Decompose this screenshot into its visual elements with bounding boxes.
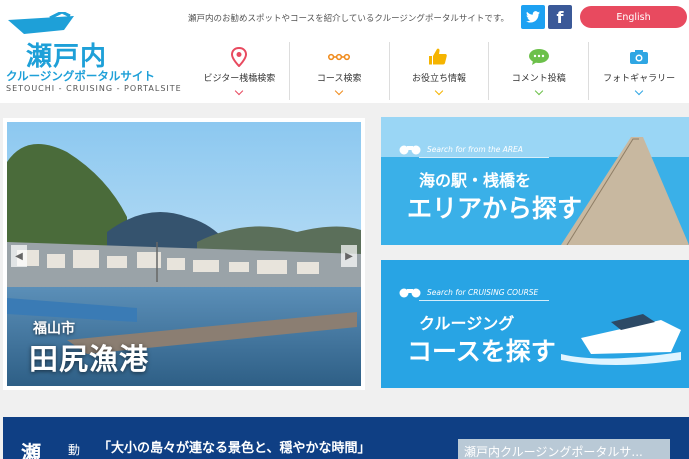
logo-subtitle: クルージングポータルサイト (6, 69, 155, 83)
slide-caption-city: 福山市 (33, 321, 75, 337)
banner-divider (419, 300, 549, 301)
slide-caption-title: 田尻漁港 (29, 342, 150, 376)
chevron-down-icon (434, 86, 444, 96)
speech-bubble-icon (528, 46, 550, 68)
thumbs-up-icon (428, 46, 450, 68)
binoculars-icon (399, 288, 421, 298)
chevron-down-icon (235, 86, 244, 96)
twitter-button[interactable] (521, 5, 545, 29)
banner-divider (419, 157, 549, 158)
chevron-down-icon (634, 86, 644, 96)
banner-title-line1: クルージング (419, 314, 515, 333)
facebook-button[interactable]: f (548, 5, 572, 29)
site-tagline: 瀬戸内のお勧めスポットやコースを紹介しているクルージングポータルサイトです。 (188, 14, 510, 24)
banner-title-line2: コースを探す (407, 337, 556, 366)
slider-next-button[interactable]: ▶ (341, 245, 357, 267)
banner-subtitle: Search for CRUISING COURSE (427, 288, 539, 297)
twitter-icon (526, 11, 540, 23)
slider-prev-button[interactable]: ◀ (11, 245, 27, 267)
english-language-button[interactable]: English (580, 6, 687, 28)
nav-item-photo-gallery[interactable]: フォトギャラリー (589, 42, 689, 100)
slide-image[interactable]: 福山市 田尻漁港 ◀ ▶ (7, 122, 361, 386)
site-logo[interactable]: 瀬戸内 クルージングポータルサイト SETOUCHI - CRUISING - … (4, 10, 181, 93)
banner-subtitle: Search for from the AREA (427, 145, 523, 154)
search-by-course-banner[interactable]: Search for CRUISING COURSE クルージング コースを探す (381, 260, 689, 388)
video-thumbnail[interactable]: 瀬戸内クルージングポータルサ... (458, 439, 670, 459)
nav-item-useful-info[interactable]: お役立ち情報 (390, 42, 490, 100)
chevron-down-icon (334, 86, 344, 96)
chevron-down-icon (534, 86, 544, 96)
hero-slider[interactable]: 福山市 田尻漁港 ◀ ▶ (3, 118, 365, 390)
section-quote: 「大小の島々が連なる景色と、穏やかな時間」 (98, 441, 371, 456)
nav-label: コメント投稿 (511, 74, 566, 84)
logo-english: SETOUCHI - CRUISING - PORTALSITE (6, 84, 182, 93)
section-heading: 瀬 (21, 441, 41, 459)
route-icon (328, 46, 351, 68)
main-content: 福山市 田尻漁港 ◀ ▶ Search for from the AREA 海の… (0, 103, 689, 459)
facebook-icon: f (556, 7, 564, 27)
nav-label: お役立ち情報 (411, 74, 466, 84)
search-by-area-banner[interactable]: Search for from the AREA 海の駅・桟橋を エリアから探す (381, 117, 689, 245)
nav-label: ビジター桟橋検索 (203, 74, 276, 84)
video-thumbnail-title: 瀬戸内クルージングポータルサ... (464, 445, 643, 459)
nav-label: フォトギャラリー (603, 74, 676, 84)
banner-title-line2: エリアから探す (407, 194, 583, 223)
chevron-right-icon: ▶ (345, 250, 353, 262)
intro-section: 瀬 動 「大小の島々が連なる景色と、穏やかな時間」 瀬戸内クルージングポータルサ… (3, 417, 689, 459)
nav-item-course-search[interactable]: コース検索 (290, 42, 390, 100)
main-nav: ビジター桟橋検索 コース検索 お役立ち情報 コメント投稿 フォトギャラリー (190, 42, 689, 100)
banner-title-line1: 海の駅・桟橋を (419, 171, 532, 190)
site-header: 瀬戸内 クルージングポータルサイト SETOUCHI - CRUISING - … (0, 0, 689, 103)
section-heading-sub: 動 (68, 443, 81, 457)
binoculars-icon (399, 145, 421, 155)
camera-icon (628, 46, 650, 68)
nav-item-visitor-pier-search[interactable]: ビジター桟橋検索 (190, 42, 290, 100)
nav-label: コース検索 (316, 74, 362, 84)
chevron-left-icon: ◀ (15, 250, 23, 262)
map-pin-icon (228, 46, 250, 68)
nav-item-comment-post[interactable]: コメント投稿 (489, 42, 590, 100)
